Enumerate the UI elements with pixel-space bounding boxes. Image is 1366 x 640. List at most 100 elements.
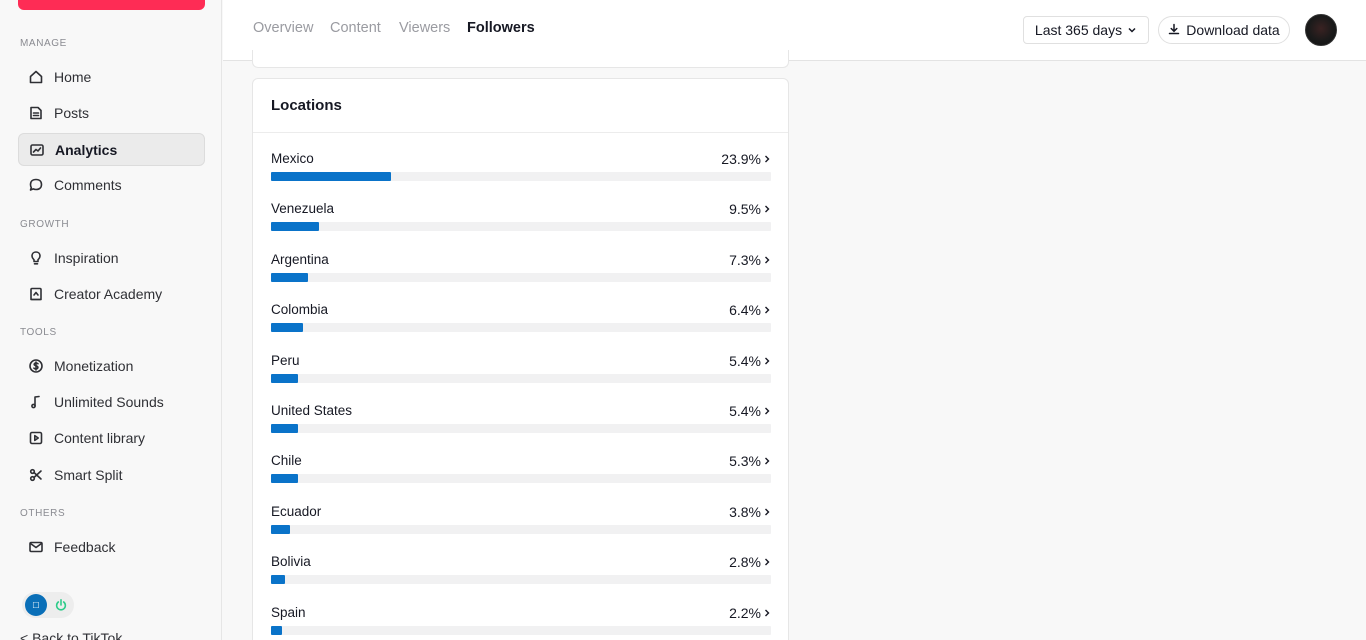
sidebar-item-label: Home <box>54 68 92 85</box>
comments-icon <box>28 177 44 193</box>
location-row[interactable]: Venezuela 9.5% <box>271 201 771 241</box>
location-name: Colombia <box>271 302 329 318</box>
upload-button[interactable] <box>18 0 205 10</box>
location-name: Chile <box>271 453 302 469</box>
tab-overview[interactable]: Overview <box>253 20 313 36</box>
location-percentage-label: 5.3% <box>729 453 761 470</box>
location-bar-fill <box>271 172 391 181</box>
location-percentage-label: 5.4% <box>729 403 761 419</box>
location-bar-track <box>271 424 771 433</box>
location-name: Spain <box>271 604 306 620</box>
download-icon <box>1168 22 1180 38</box>
chevron-right-icon <box>763 554 771 570</box>
location-bar-fill <box>271 373 298 383</box>
location-bar-track <box>271 172 771 181</box>
location-percentage-label: 2.2% <box>729 604 761 621</box>
sidebar-item-comments[interactable]: Comments <box>18 168 205 201</box>
location-bar-track <box>271 575 771 585</box>
sidebar-item-analytics[interactable]: Analytics <box>18 133 205 166</box>
location-row[interactable]: Bolivia 2.8% <box>271 554 771 594</box>
download-data-button[interactable]: Download data <box>1158 16 1290 44</box>
location-row[interactable]: Peru 5.4% <box>271 353 771 393</box>
location-percentage: 23.9% <box>721 151 771 167</box>
location-bar-fill <box>271 575 285 585</box>
location-percentage-label: 23.9% <box>721 151 761 167</box>
location-row[interactable]: Spain 2.2% <box>271 605 771 640</box>
sidebar-item-monetization[interactable]: Monetization <box>18 349 205 382</box>
avatar[interactable] <box>1305 14 1337 46</box>
back-to-tiktok-link[interactable]: < Back to TikTok <box>20 630 122 640</box>
location-row[interactable]: Colombia 6.4% <box>271 302 771 342</box>
location-percentage: 5.4% <box>729 353 771 369</box>
location-percentage: 6.4% <box>729 302 771 318</box>
extension-badge-icon[interactable]: ☐ <box>25 594 47 616</box>
sidebar-item-smart-split[interactable]: Smart Split <box>18 458 205 491</box>
location-percentage-label: 5.4% <box>729 352 761 369</box>
sidebar-item-inspiration[interactable]: Inspiration <box>18 241 205 274</box>
play-icon <box>28 430 44 446</box>
sidebar-item-label: Creator Academy <box>54 285 163 302</box>
music-note-icon <box>28 394 44 410</box>
section-label-tools: TOOLS <box>20 327 57 338</box>
mail-icon <box>28 539 44 555</box>
chevron-right-icon <box>763 151 771 167</box>
section-label-manage: MANAGE <box>20 38 67 49</box>
sidebar-item-feedback[interactable]: Feedback <box>18 530 205 563</box>
date-range-dropdown[interactable]: Last 365 days <box>1023 16 1149 44</box>
sidebar-item-posts[interactable]: Posts <box>18 96 205 129</box>
location-percentage-label: 7.3% <box>729 251 761 268</box>
location-bar-track <box>271 272 771 282</box>
location-bar-track <box>271 625 771 635</box>
tab-viewers[interactable]: Viewers <box>399 20 450 36</box>
location-bar-fill <box>271 323 303 333</box>
date-range-label: Last 365 days <box>1034 22 1123 38</box>
location-bar-track <box>271 323 771 333</box>
location-bar-fill <box>271 272 308 282</box>
analytics-icon <box>29 142 45 158</box>
sidebar-item-label: Posts <box>54 104 90 121</box>
bulb-icon <box>28 250 44 266</box>
sidebar-item-home[interactable]: Home <box>18 60 205 93</box>
sidebar-item-label: Unlimited Sounds <box>54 393 164 410</box>
location-row[interactable]: Argentina 7.3% <box>271 252 771 292</box>
download-data-label: Download data <box>1186 22 1280 38</box>
location-row[interactable]: Mexico 23.9% <box>271 151 771 191</box>
chevron-right-icon <box>763 504 771 520</box>
location-row[interactable]: United States 5.4% <box>271 403 771 443</box>
sidebar-item-label: Smart Split <box>54 466 123 483</box>
location-bar-fill <box>271 474 298 484</box>
location-percentage-label: 6.4% <box>729 302 761 319</box>
chevron-right-icon <box>763 252 771 268</box>
academy-icon <box>28 286 44 302</box>
sidebar-item-label: Feedback <box>54 538 116 555</box>
section-label-growth: GROWTH <box>20 219 70 230</box>
location-row[interactable]: Chile 5.3% <box>271 453 771 493</box>
chevron-right-icon <box>763 302 771 318</box>
location-percentage: 3.8% <box>729 504 771 520</box>
tab-content[interactable]: Content <box>330 20 381 36</box>
location-row[interactable]: Ecuador 3.8% <box>271 504 771 544</box>
chevron-right-icon <box>763 403 771 419</box>
chevron-right-icon <box>763 453 771 469</box>
location-name: United States <box>271 403 353 418</box>
location-percentage-label: 2.8% <box>729 554 761 571</box>
chevron-right-icon <box>763 201 771 217</box>
sidebar-item-label: Analytics <box>55 141 118 158</box>
location-name: Argentina <box>271 251 329 267</box>
location-bar-fill <box>271 424 298 433</box>
location-bar-track <box>271 222 771 232</box>
location-bar-track <box>271 474 771 484</box>
section-label-others: OTHERS <box>20 508 66 519</box>
location-name: Venezuela <box>271 201 335 217</box>
sidebar-item-label: Comments <box>54 176 122 193</box>
sidebar-item-label: Inspiration <box>54 249 119 266</box>
sidebar-item-content-library[interactable]: Content library <box>18 421 205 454</box>
home-icon <box>28 69 44 85</box>
location-bar-track <box>271 373 771 383</box>
sidebar-item-unlimited-sounds[interactable]: Unlimited Sounds <box>18 385 205 418</box>
tab-followers[interactable]: Followers <box>467 20 535 36</box>
dollar-icon <box>28 358 44 374</box>
sidebar-item-creator-academy[interactable]: Creator Academy <box>18 277 205 310</box>
power-icon[interactable] <box>53 597 69 613</box>
location-percentage: 2.8% <box>729 554 771 570</box>
